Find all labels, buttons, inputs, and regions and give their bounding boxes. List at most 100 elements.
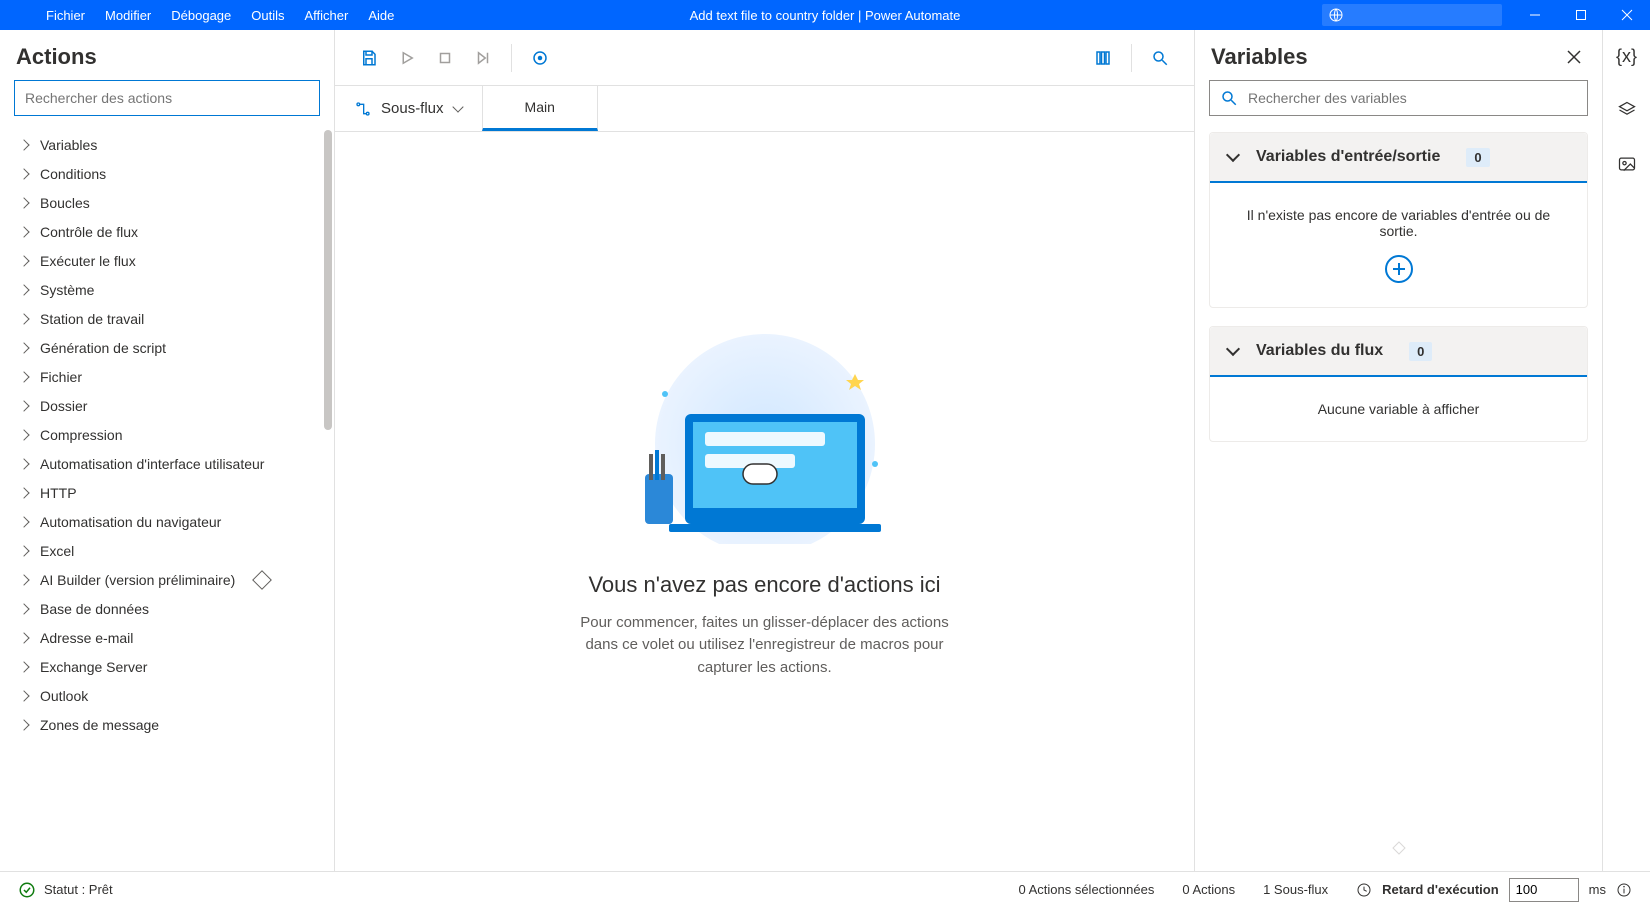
chevron-right-icon (18, 400, 29, 411)
clock-icon (1356, 882, 1372, 898)
actions-list[interactable]: Variables ConditionsBouclesContrôle de fl… (0, 126, 334, 871)
menu-debug[interactable]: Débogage (163, 4, 239, 27)
window-title: Add text file to country folder | Power … (690, 8, 961, 23)
action-category[interactable]: Adresse e-mail (0, 623, 334, 652)
io-variables-count: 0 (1466, 148, 1489, 167)
action-category-label: Compression (40, 427, 122, 443)
action-category-label: Variables (40, 137, 97, 153)
right-rail: {x} (1602, 30, 1650, 871)
action-category[interactable]: Boucles (0, 188, 334, 217)
subflows-dropdown[interactable]: Sous-flux (335, 86, 482, 131)
action-category[interactable]: Outlook (0, 681, 334, 710)
chevron-right-icon (18, 342, 29, 353)
tabs-row: Sous-flux Main (335, 86, 1194, 132)
flow-variables-header[interactable]: Variables du flux 0 (1210, 327, 1587, 377)
action-category[interactable]: HTTP (0, 478, 334, 507)
status-ok-icon (18, 881, 36, 899)
chevron-right-icon (18, 429, 29, 440)
action-category[interactable]: Excel (0, 536, 334, 565)
action-category[interactable]: Génération de script (0, 333, 334, 362)
search-actions-input[interactable] (14, 80, 320, 116)
action-category-label: Automatisation d'interface utilisateur (40, 456, 264, 472)
save-button[interactable] (351, 40, 387, 76)
maximize-button[interactable] (1558, 0, 1604, 30)
chevron-right-icon (18, 545, 29, 556)
flow-canvas[interactable]: Vous n'avez pas encore d'actions ici Pou… (335, 132, 1194, 871)
action-category-label: Génération de script (40, 340, 166, 356)
account-area[interactable] (1322, 4, 1502, 26)
chevron-right-icon (18, 603, 29, 614)
scrollbar[interactable] (324, 130, 332, 430)
action-category[interactable]: Exécuter le flux (0, 246, 334, 275)
chevron-right-icon (18, 719, 29, 730)
run-button[interactable] (389, 40, 425, 76)
io-variables-section: Variables d'entrée/sortie 0 Il n'existe … (1209, 132, 1588, 308)
action-category[interactable]: AI Builder (version préliminaire) (0, 565, 334, 594)
action-category-label: Exchange Server (40, 659, 147, 675)
menu-help[interactable]: Aide (360, 4, 402, 27)
resize-handle-icon[interactable] (1391, 840, 1407, 861)
action-category-label: AI Builder (version préliminaire) (40, 572, 235, 588)
menu-tools[interactable]: Outils (243, 4, 292, 27)
tab-main[interactable]: Main (482, 86, 598, 131)
subflows-label: Sous-flux (381, 100, 444, 117)
actions-pane: Actions Variables ConditionsBouclesContrô… (0, 30, 335, 871)
action-category[interactable]: Station de travail (0, 304, 334, 333)
stop-button[interactable] (427, 40, 463, 76)
titlebar: Fichier Modifier Débogage Outils Affiche… (0, 0, 1650, 30)
designer-area: Sous-flux Main (335, 30, 1194, 871)
delay-label: Retard d'exécution (1382, 882, 1499, 897)
empty-state-illustration (605, 324, 925, 544)
info-icon[interactable] (1616, 882, 1632, 898)
action-category-label: Excel (40, 543, 74, 559)
close-button[interactable] (1604, 0, 1650, 30)
menu-file[interactable]: Fichier (38, 4, 93, 27)
empty-state-title: Vous n'avez pas encore d'actions ici (588, 572, 940, 598)
menu-view[interactable]: Afficher (297, 4, 357, 27)
flow-variables-label: Variables du flux (1256, 342, 1383, 360)
search-actions-field[interactable] (25, 90, 309, 106)
action-category[interactable]: Contrôle de flux (0, 217, 334, 246)
ui-elements-button[interactable] (1085, 40, 1121, 76)
next-step-button[interactable] (465, 40, 501, 76)
chevron-right-icon (18, 574, 29, 585)
io-variables-header[interactable]: Variables d'entrée/sortie 0 (1210, 133, 1587, 183)
action-category[interactable]: Fichier (0, 362, 334, 391)
action-category[interactable]: Système (0, 275, 334, 304)
images-rail-button[interactable] (1611, 148, 1643, 180)
action-category[interactable]: Exchange Server (0, 652, 334, 681)
chevron-right-icon (18, 632, 29, 643)
variables-rail-button[interactable]: {x} (1611, 40, 1643, 72)
search-variables-field[interactable] (1248, 90, 1577, 106)
action-category[interactable]: Dossier (0, 391, 334, 420)
empty-state-subtitle: Pour commencer, faites un glisser-déplac… (575, 612, 955, 680)
action-category[interactable]: Automatisation d'interface utilisateur (0, 449, 334, 478)
chevron-down-icon (452, 101, 463, 112)
action-category[interactable]: Conditions (0, 159, 334, 188)
chevron-right-icon (18, 371, 29, 382)
action-category[interactable]: Automatisation du navigateur (0, 507, 334, 536)
chevron-right-icon (18, 226, 29, 237)
action-category[interactable]: Compression (0, 420, 334, 449)
close-variables-button[interactable] (1562, 45, 1586, 69)
action-category-label: Adresse e-mail (40, 630, 133, 646)
recorder-button[interactable] (522, 40, 558, 76)
minimize-button[interactable] (1512, 0, 1558, 30)
add-io-variable-button[interactable] (1385, 255, 1413, 283)
actions-title: Actions (0, 30, 334, 80)
action-category-label: Automatisation du navigateur (40, 514, 221, 530)
action-category-label: HTTP (40, 485, 77, 501)
action-category-label: Station de travail (40, 311, 144, 327)
action-category-label: Système (40, 282, 94, 298)
search-flow-button[interactable] (1142, 40, 1178, 76)
menu-edit[interactable]: Modifier (97, 4, 159, 27)
search-variables-input[interactable] (1209, 80, 1588, 116)
io-variables-label: Variables d'entrée/sortie (1256, 148, 1440, 166)
status-text: Statut : Prêt (44, 882, 113, 897)
delay-input[interactable] (1509, 878, 1579, 902)
ui-elements-rail-button[interactable] (1611, 94, 1643, 126)
action-category[interactable]: Zones de message (0, 710, 334, 739)
chevron-down-icon (1226, 148, 1240, 162)
action-category[interactable]: Variables (0, 130, 334, 159)
action-category[interactable]: Base de données (0, 594, 334, 623)
